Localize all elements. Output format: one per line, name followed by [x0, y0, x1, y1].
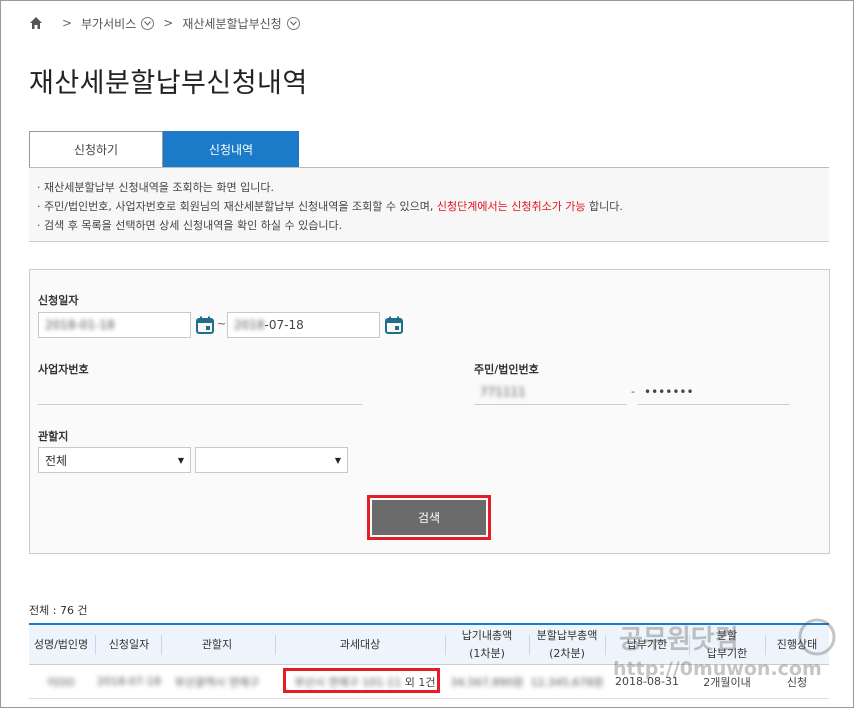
office-select-primary-value: 전체	[45, 453, 68, 468]
column-divider	[95, 635, 96, 655]
tab-apply[interactable]: 신청하기	[29, 131, 163, 167]
cell-first-installment: 34,567,890원	[445, 665, 529, 698]
column-header-due-date: 납부기한	[626, 638, 668, 651]
info-box: · 재산세분할납부 신청내역을 조회하는 화면 입니다. · 주민/법인번호, …	[29, 168, 829, 242]
search-button[interactable]: 검색	[372, 500, 486, 535]
cell-first-value: 34,567,890원	[450, 675, 524, 689]
column-header-office: 관할지	[201, 638, 233, 651]
breadcrumb-item-installment[interactable]: 재산세분할납부신청	[182, 15, 281, 32]
cell-due-date: 2018-08-31	[615, 675, 679, 688]
column-header-first-installment: 납기내총액 (1차분)	[461, 629, 513, 660]
chevron-right-icon: >	[163, 16, 174, 30]
office-select-secondary[interactable]: ▼	[195, 447, 348, 473]
info-highlight-text: 신청단계에서는 신청취소가 가능	[436, 200, 586, 213]
result-table-header: 성명/법인명 신청일자 관할지 과세대상 납기내총액 (1차분) 분할납부총액 …	[29, 623, 829, 665]
cell-name-value: 이OO	[47, 675, 75, 689]
result-total: 전체 : 76 건	[29, 604, 88, 617]
cell-date: 2018-07-18	[97, 665, 161, 698]
column-header-target: 과세대상	[339, 638, 381, 651]
date-range-tilde: ~	[217, 317, 227, 330]
breadcrumb-item-additional-services[interactable]: 부가서비스	[81, 15, 136, 32]
cell-second-value: 12,345,678원	[530, 675, 604, 689]
info-line-1: · 재산세분할납부 신청내역을 조회하는 화면 입니다.	[37, 181, 274, 194]
home-icon[interactable]	[29, 16, 43, 30]
business-number-label: 사업자번호	[38, 363, 89, 376]
cell-office: 부산광역시 연제구	[161, 665, 273, 698]
target-cell-highlight	[283, 668, 440, 693]
dropdown-caret-icon: ▼	[177, 455, 184, 465]
chevron-right-icon: >	[62, 16, 73, 30]
info-line-2: · 주민/법인번호, 사업자번호로 회원님의 재산세분할납부 신청내역을 조회할…	[37, 197, 821, 216]
cell-name: 이OO	[29, 665, 93, 698]
tab-bar: 신청하기 신청내역	[29, 131, 299, 167]
cell-split-due: 2개월이내	[703, 675, 751, 689]
resident-number-front-value: 771111	[480, 384, 526, 399]
date-to-input[interactable]: 2018 -07-18	[227, 312, 380, 338]
dropdown-caret-icon: ▼	[334, 455, 341, 465]
breadcrumb: > 부가서비스 > 재산세분할납부신청	[29, 13, 300, 33]
column-header-date: 신청일자	[108, 638, 150, 651]
calendar-icon[interactable]	[196, 316, 214, 334]
column-header-split-due: 분할 납부기한	[706, 629, 748, 660]
resident-number-front-input[interactable]: 771111	[474, 379, 627, 405]
business-number-input[interactable]	[38, 379, 362, 405]
chevron-down-icon[interactable]	[286, 16, 300, 30]
cell-office-value: 부산광역시 연제구	[174, 675, 260, 689]
date-to-masked: 2018	[234, 318, 265, 332]
office-label: 관할지	[38, 430, 69, 443]
resident-number-dash: -	[631, 385, 635, 398]
tab-history[interactable]: 신청내역	[163, 131, 299, 167]
office-select-primary[interactable]: 전체 ▼	[38, 447, 191, 473]
date-from-value: 2018-01-18	[45, 318, 115, 332]
resident-number-back-input[interactable]: •••••••	[638, 379, 790, 405]
calendar-icon[interactable]	[385, 316, 403, 334]
cell-second-installment: 12,345,678원	[529, 665, 605, 698]
page-frame: > 부가서비스 > 재산세분할납부신청 재산세분할납부신청내역 신청하기 신청내…	[0, 0, 854, 708]
column-header-name: 성명/법인명	[33, 638, 89, 651]
column-header-status: 진행상태	[776, 638, 818, 651]
info-line-2-end: 합니다.	[585, 200, 623, 213]
search-button-highlight: 검색	[367, 495, 491, 540]
column-header-second-installment: 분할납부총액 (2차분)	[536, 629, 598, 660]
page-title: 재산세분할납부신청내역	[29, 68, 308, 99]
cell-date-value: 2018-07-18	[97, 675, 161, 688]
date-from-input[interactable]: 2018-01-18	[38, 312, 191, 338]
date-to-visible: -07-18	[264, 318, 304, 332]
info-line-2-text: · 주민/법인번호, 사업자번호로 회원님의 재산세분할납부 신청내역을 조회할…	[37, 200, 437, 213]
chevron-down-icon[interactable]	[141, 16, 155, 30]
info-line-3: · 검색 후 목록을 선택하면 상세 신청내역을 확인 하실 수 있습니다.	[37, 219, 343, 232]
resident-number-label: 주민/법인번호	[474, 363, 539, 376]
date-label: 신청일자	[38, 294, 79, 307]
cell-status: 신청	[786, 675, 808, 689]
